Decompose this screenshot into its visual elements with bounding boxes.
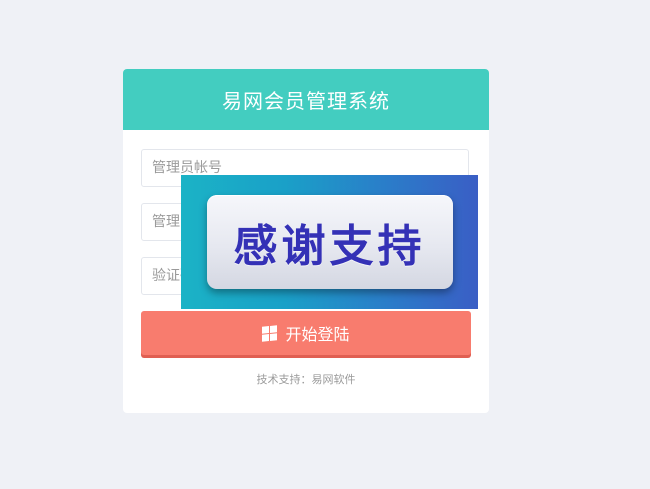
page-title: 易网会员管理系统	[222, 89, 390, 113]
thanks-plate: 感谢支持	[206, 195, 453, 289]
login-button-label: 开始登陆	[285, 325, 350, 344]
windows-icon	[262, 324, 278, 342]
thanks-overlay-banner: 感谢支持	[181, 175, 478, 309]
card-header: 易网会员管理系统	[123, 69, 489, 130]
thanks-text: 感谢支持	[233, 221, 426, 272]
login-button[interactable]: 开始登陆	[141, 311, 471, 355]
footer-credit: 技术支持：易网软件	[256, 373, 356, 386]
